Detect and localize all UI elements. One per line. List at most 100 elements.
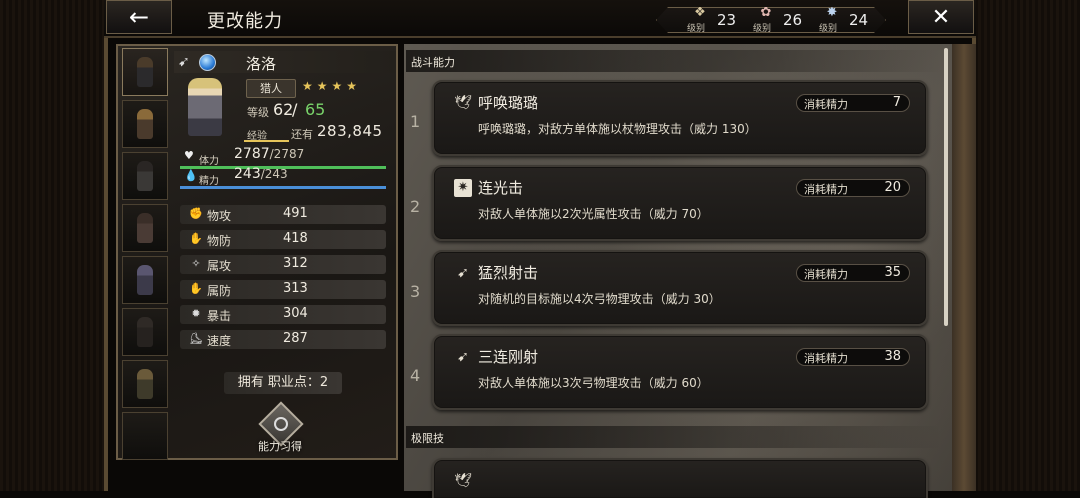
- stat-row: ⛸ 速度 287: [180, 330, 386, 349]
- level-current: 62: [273, 100, 294, 119]
- cost-value: 38: [884, 349, 901, 364]
- sp-label: 精力: [199, 176, 219, 187]
- burst-icon: ✹: [191, 307, 201, 320]
- cost-value: 35: [884, 265, 901, 280]
- stat-value: 304: [283, 306, 308, 321]
- flower-icon: ✿: [760, 5, 772, 20]
- crest-icon: ❖: [694, 5, 706, 20]
- roster-slot-cleric[interactable]: [122, 256, 168, 304]
- level-sub-label: 级别: [687, 24, 706, 34]
- cost-label: 消耗精力: [804, 268, 848, 281]
- level-value: 26: [783, 11, 803, 29]
- character-portrait: [188, 78, 222, 136]
- sp-cost: 消耗精力 38: [796, 348, 910, 366]
- level-indicator-2: ✿ 级别 26: [737, 8, 803, 32]
- elemental-guard-icon: ✋: [189, 282, 203, 295]
- sp-row: 💧 精力 243/243: [180, 166, 386, 190]
- learn-ability-label: 能力习得: [258, 440, 302, 453]
- cleric-portrait: [137, 265, 153, 295]
- star-icon: ✸: [826, 5, 838, 20]
- stat-row: ✋ 属防 313: [180, 280, 386, 299]
- sp-value: 243/243: [234, 166, 288, 182]
- thief-portrait: [137, 317, 153, 347]
- skill-card-2[interactable]: ✷ 连光击 对敌人单体施以2次光属性攻击（威力 70） 消耗精力 20: [432, 165, 928, 241]
- level-indicators: ❖ 级别 23 ✿ 级别 26 ✸ 级别 24: [656, 7, 886, 33]
- stat-label: 属攻: [207, 259, 232, 273]
- sp-bar: [180, 186, 386, 189]
- sp-cost: 消耗精力 35: [796, 264, 910, 282]
- skill-name: 三连刚射: [478, 348, 539, 366]
- roster-slot-warrior[interactable]: [122, 152, 168, 200]
- skill-index: 4: [410, 366, 421, 385]
- exp-bar: [244, 140, 289, 142]
- fist-icon: ✊: [189, 207, 203, 220]
- skill-index: 3: [410, 282, 421, 301]
- level-indicator-1: ❖ 级别 23: [671, 8, 737, 32]
- section-label: 极限技: [411, 432, 444, 445]
- skill-description: 对敌人单体施以2次光属性攻击（威力 70）: [478, 207, 709, 221]
- stat-row: ✹ 暴击 304: [180, 305, 386, 324]
- dancer-portrait: [137, 109, 153, 139]
- hp-label: 体力: [199, 156, 219, 167]
- level-value: 24: [849, 11, 869, 29]
- roster-slot-hunter[interactable]: [122, 48, 168, 96]
- bow-icon: ➹: [457, 349, 469, 365]
- roster-slot-merchant[interactable]: [122, 360, 168, 408]
- wing-icon: 🕊: [454, 473, 472, 489]
- roster-slot-empty[interactable]: [122, 412, 168, 460]
- stat-row: ✊ 物攻 491: [180, 205, 386, 224]
- skill-card-1[interactable]: 🕊 呼唤璐璐 呼唤璐璐，对敌方单体施以杖物理攻击（威力 130） 消耗精力 7: [432, 80, 928, 156]
- cost-label: 消耗精力: [804, 183, 848, 196]
- scrollbar[interactable]: [944, 48, 948, 326]
- left-frame: [0, 0, 108, 491]
- element-orb-icon: [199, 54, 216, 71]
- learn-ability-button[interactable]: 能力习得: [253, 401, 307, 456]
- roster-slot-scholar[interactable]: [122, 204, 168, 252]
- merchant-portrait: [137, 369, 153, 399]
- stat-value: 313: [283, 281, 308, 296]
- right-frame: [972, 0, 1080, 491]
- section-header-battle: 战斗能力: [406, 50, 942, 72]
- stat-row: ✧ 属攻 312: [180, 255, 386, 274]
- stat-value: 491: [283, 206, 308, 221]
- level-indicator-3: ✸ 级别 24: [803, 8, 869, 32]
- stat-label: 物防: [207, 234, 232, 248]
- page-title: 更改能力: [207, 11, 283, 32]
- level-separator: /: [292, 100, 298, 119]
- roster-slot-thief[interactable]: [122, 308, 168, 356]
- skill-description: 对敌人单体施以3次弓物理攻击（威力 60）: [478, 376, 709, 390]
- skill-name: 连光击: [478, 179, 524, 197]
- section-label: 战斗能力: [411, 56, 455, 69]
- close-button[interactable]: ✕: [908, 0, 974, 34]
- job-badge: 猎人: [246, 79, 296, 98]
- sp-cost: 消耗精力 20: [796, 179, 910, 197]
- party-roster: [120, 48, 170, 460]
- skill-index: 2: [410, 197, 421, 216]
- warrior-portrait: [137, 161, 153, 191]
- skill-card-3[interactable]: ➹ 猛烈射击 对随机的目标施以4次弓物理攻击（威力 30） 消耗精力 35: [432, 250, 928, 326]
- skill-description: 呼唤璐璐，对敌方单体施以杖物理攻击（威力 130）: [478, 122, 757, 136]
- stat-row: ✋ 物防 418: [180, 230, 386, 249]
- shield-fist-icon: ✋: [189, 232, 203, 245]
- level-value: 23: [717, 11, 737, 29]
- heart-icon: ♥: [184, 149, 194, 162]
- light-icon: ✷: [454, 179, 472, 197]
- stat-label: 物攻: [207, 209, 232, 223]
- stat-label: 属防: [207, 284, 232, 298]
- stat-value: 418: [283, 231, 308, 246]
- stat-value: 287: [283, 331, 308, 346]
- limit-skill-card[interactable]: 🕊: [432, 458, 928, 498]
- skill-card-4[interactable]: ➹ 三连刚射 对敌人单体施以3次弓物理攻击（威力 60） 消耗精力 38: [432, 334, 928, 410]
- exp-remaining-value: 283,845: [317, 122, 383, 140]
- roster-slot-dancer[interactable]: [122, 100, 168, 148]
- drop-icon: 💧: [184, 169, 198, 182]
- level-max: 65: [305, 100, 326, 119]
- character-name: 洛洛: [246, 55, 277, 73]
- stat-label: 暴击: [207, 309, 232, 323]
- level-sub-label: 级别: [753, 24, 772, 34]
- level-sub-label: 级别: [819, 24, 838, 34]
- stat-label: 速度: [207, 334, 232, 348]
- cost-value: 7: [892, 95, 901, 110]
- stat-value: 312: [283, 256, 308, 271]
- back-button[interactable]: ←: [106, 0, 172, 34]
